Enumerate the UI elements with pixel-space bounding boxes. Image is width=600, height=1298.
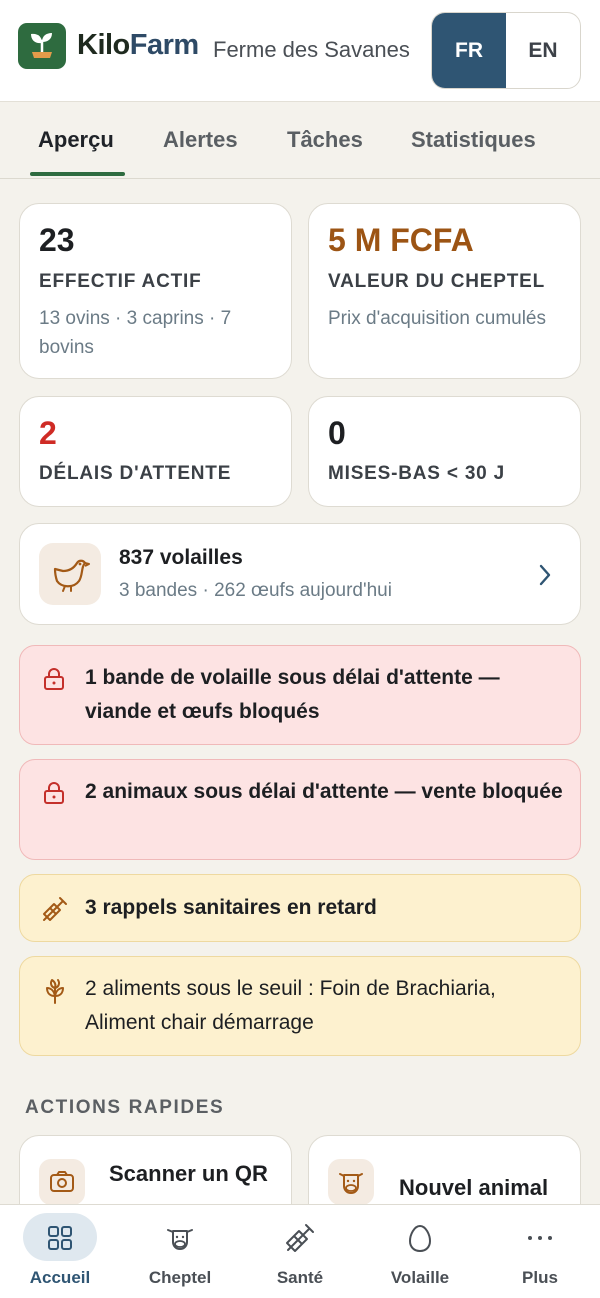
births-label: MISES-BAS < 30 J [328, 463, 505, 484]
lang-fr-button[interactable]: FR [432, 13, 506, 88]
tab-taches[interactable]: Tâches [287, 127, 363, 153]
herd-breakdown: 13 ovins · 3 caprins · 7 bovins [39, 308, 232, 358]
herd-value: 5 M FCFA [328, 222, 474, 258]
camera-icon-box [39, 1159, 85, 1205]
alert-animals-withdrawal[interactable]: 2 animaux sous délai d'attente — vente b… [19, 759, 581, 860]
cow-icon [339, 1173, 363, 1194]
nav-cheptel[interactable]: Cheptel [120, 1205, 240, 1298]
farm-name[interactable]: Ferme des Savanes [213, 37, 418, 63]
tab-apercu[interactable]: Aperçu [38, 127, 114, 153]
herd-value-sub: Prix d'acquisition cumulés [328, 308, 546, 329]
nav-sante[interactable]: Santé [240, 1205, 360, 1298]
lock-icon [44, 668, 64, 690]
camera-icon [50, 1171, 74, 1192]
tab-alertes[interactable]: Alertes [163, 127, 238, 153]
cow-icon-box [328, 1159, 374, 1205]
syringe-icon [43, 897, 67, 921]
alert-vaccines-overdue[interactable]: 3 rappels sanitaires en retard [19, 874, 581, 942]
brand-kilo: Kilo [77, 29, 130, 61]
app-header: KiloFarm Ferme des Savanes FR EN [0, 0, 600, 102]
herd-label: EFFECTIF ACTIF [39, 271, 202, 292]
poultry-icon-box [39, 543, 101, 605]
alert-text: 2 animaux sous délai d'attente — vente b… [85, 780, 563, 803]
herd-count: 23 [39, 222, 75, 258]
bottom-nav: Accueil Cheptel Santé Volaille Plus [0, 1204, 600, 1298]
quick-action-label: Nouvel animal [399, 1175, 549, 1200]
poultry-summary-card[interactable]: 837 volailles 3 bandes · 262 œufs aujour… [19, 523, 581, 625]
nav-label: Accueil [29, 1268, 91, 1287]
nav-volaille[interactable]: Volaille [360, 1205, 480, 1298]
alert-text: 2 aliments sous le seuil : Foin de Brach… [85, 977, 496, 1034]
births-count: 0 [328, 415, 346, 451]
quick-actions-title: ACTIONS RAPIDES [25, 1097, 225, 1118]
poultry-count: 837 volailles [119, 546, 243, 569]
alert-text: 3 rappels sanitaires en retard [85, 896, 377, 919]
tab-statistiques[interactable]: Statistiques [411, 127, 536, 153]
nav-accueil[interactable]: Accueil [0, 1205, 120, 1298]
language-switch: FR EN [431, 12, 581, 89]
tab-bar: Aperçu Alertes Tâches Statistiques [0, 103, 600, 179]
alert-feed-low[interactable]: 2 aliments sous le seuil : Foin de Brach… [19, 956, 581, 1056]
lang-en-button[interactable]: EN [506, 13, 580, 88]
herd-value-label: VALEUR DU CHEPTEL [328, 271, 545, 292]
logo [18, 23, 66, 69]
cow-icon [167, 1229, 193, 1250]
stat-card-value[interactable]: 5 M FCFA VALEUR DU CHEPTEL Prix d'acquis… [308, 203, 581, 379]
nav-label: Cheptel [148, 1268, 212, 1287]
withdrawal-count: 2 [39, 415, 57, 451]
stat-card-withdrawal[interactable]: 2 DÉLAIS D'ATTENTE [19, 396, 292, 507]
wheat-icon [46, 979, 64, 1004]
alert-poultry-withdrawal[interactable]: 1 bande de volaille sous délai d'attente… [19, 645, 581, 745]
bird-icon [53, 559, 90, 592]
withdrawal-label: DÉLAIS D'ATTENTE [39, 463, 232, 484]
active-tab-indicator [30, 172, 125, 176]
nav-plus[interactable]: Plus [480, 1205, 600, 1298]
lock-icon [44, 782, 64, 804]
nav-label: Plus [522, 1268, 558, 1287]
stat-card-births[interactable]: 0 MISES-BAS < 30 J [308, 396, 581, 507]
poultry-details: 3 bandes · 262 œufs aujourd'hui [119, 580, 392, 601]
app: KiloFarm Ferme des Savanes FR EN Aperçu … [0, 0, 600, 1298]
quick-action-label: Scanner un QR [109, 1161, 268, 1186]
stat-card-herd[interactable]: 23 EFFECTIF ACTIF 13 ovins · 3 caprins ·… [19, 203, 292, 379]
sprout-icon [31, 33, 52, 58]
nav-label: Santé [276, 1268, 324, 1287]
syringe-icon [286, 1224, 314, 1252]
brand-farm: Farm [129, 29, 199, 61]
chevron-right-icon [539, 564, 551, 586]
brand-name: KiloFarm [77, 29, 199, 62]
nav-label: Volaille [390, 1268, 450, 1287]
more-icon [528, 1236, 552, 1240]
grid-icon [48, 1226, 72, 1250]
alert-text: 1 bande de volaille sous délai d'attente… [85, 666, 500, 723]
egg-icon [408, 1224, 432, 1253]
